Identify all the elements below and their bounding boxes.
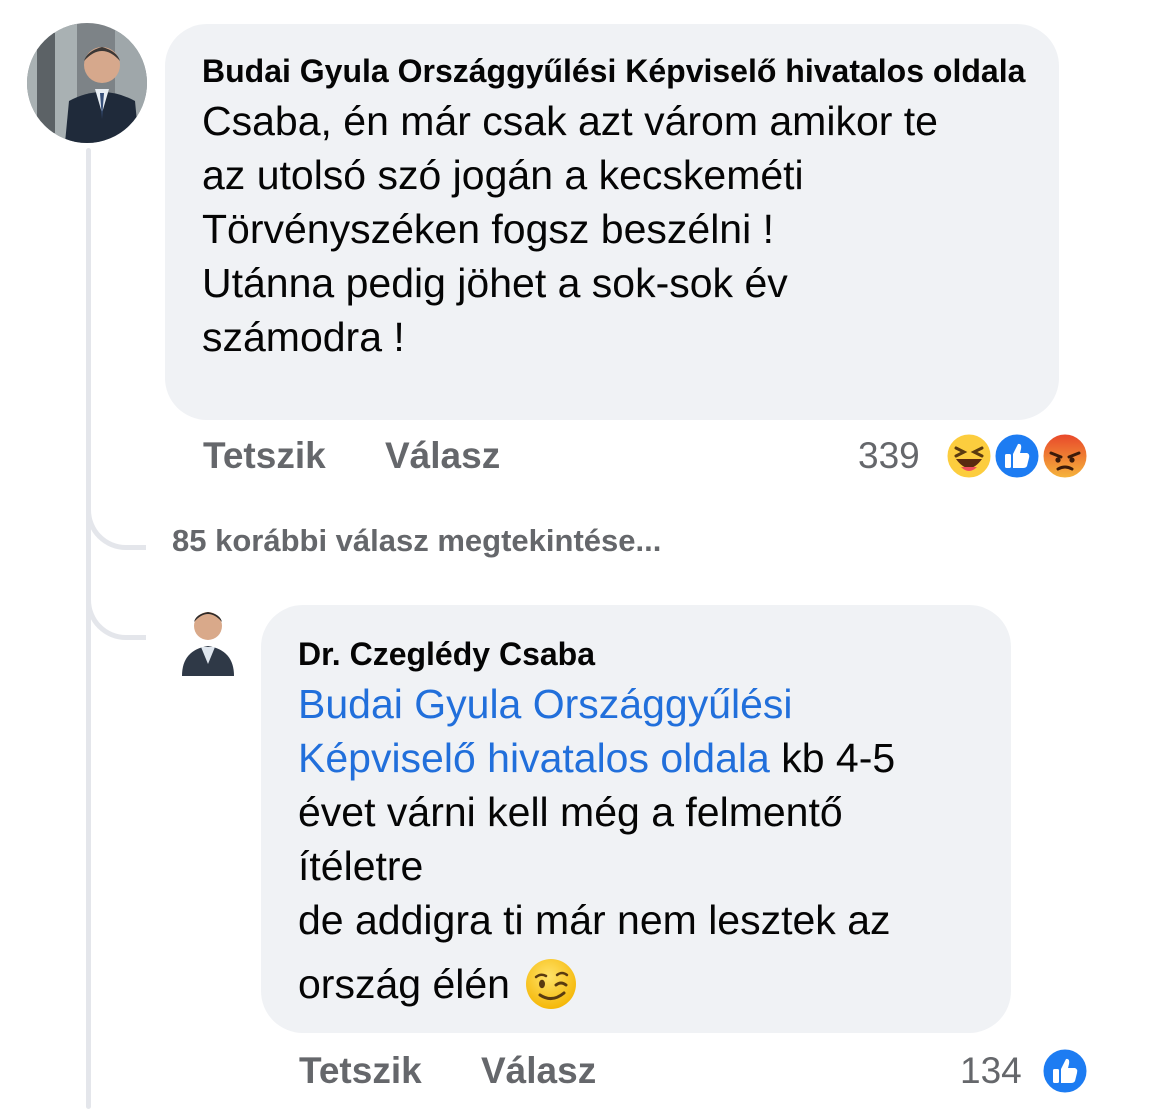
- comment-author[interactable]: Budai Gyula Országgyűlési Képviselő hiva…: [202, 50, 1029, 92]
- comment-bubble: Budai Gyula Országgyűlési Képviselő hiva…: [165, 24, 1059, 420]
- like-icon[interactable]: [1040, 1046, 1090, 1096]
- comment-author[interactable]: Dr. Czeglédy Csaba: [298, 633, 981, 675]
- thread-connector: [86, 495, 146, 550]
- like-button[interactable]: Tetszik: [299, 1050, 422, 1092]
- reaction-count[interactable]: 339: [858, 435, 920, 477]
- comment-text: Budai Gyula Országgyűlési Képviselő hiva…: [298, 677, 981, 1011]
- laughing-emoji[interactable]: [944, 431, 994, 481]
- reaction-count[interactable]: 134: [960, 1050, 1022, 1092]
- reply-button[interactable]: Válasz: [385, 435, 500, 477]
- comment-text: Csaba, én már csak azt várom amikor te a…: [202, 98, 938, 360]
- like-icon[interactable]: [992, 431, 1042, 481]
- avatar[interactable]: [27, 23, 147, 143]
- winking-face-emoji: [524, 957, 578, 1011]
- thread-connector: [86, 585, 146, 640]
- angry-emoji[interactable]: [1040, 431, 1090, 481]
- mention-link[interactable]: Budai Gyula Országgyűlési: [298, 677, 981, 731]
- avatar[interactable]: [176, 606, 240, 676]
- reply-button[interactable]: Válasz: [481, 1050, 596, 1092]
- thread-line: [86, 148, 91, 1109]
- mention-link[interactable]: Képviselő hivatalos oldala: [298, 735, 770, 781]
- view-more-replies-link[interactable]: 85 korábbi válasz megtekintése...: [172, 523, 661, 559]
- like-button[interactable]: Tetszik: [203, 435, 326, 477]
- comment-bubble: Dr. Czeglédy Csaba Budai Gyula Országgyű…: [261, 605, 1011, 1033]
